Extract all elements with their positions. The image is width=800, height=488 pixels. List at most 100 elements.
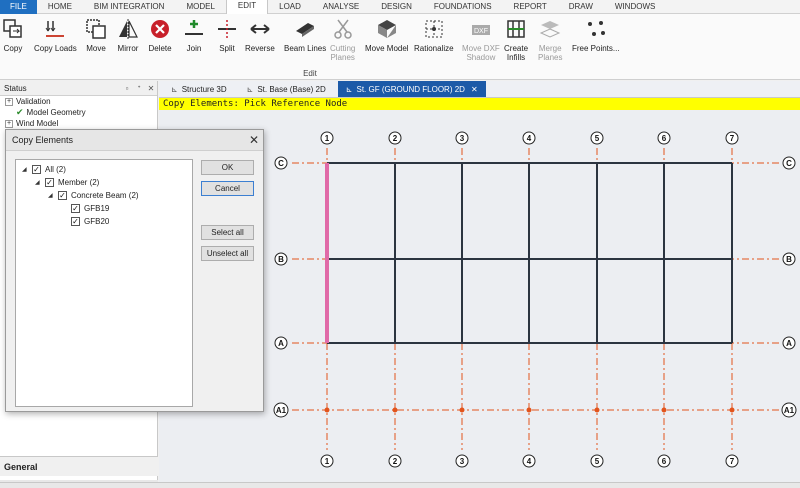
- ribbon-button-label: Move DXF Shadow: [462, 44, 500, 62]
- rationalize-icon: [422, 17, 446, 41]
- merge-planes-button[interactable]: Merge Planes: [538, 17, 562, 69]
- document-tabs: ⊾ Structure 3D ⊾ St. Base (Base) 2D ⊾ St. GF …: [159, 81, 800, 98]
- grid-bubble-row-right[interactable]: A: [782, 336, 796, 350]
- grid-bubble-row-left[interactable]: A1: [273, 402, 289, 418]
- node[interactable]: [526, 407, 532, 413]
- status-item-label: Model Geometry: [26, 108, 86, 117]
- panel-float-icon[interactable]: ▫: [121, 84, 133, 93]
- menu-tab-file[interactable]: FILE: [0, 0, 37, 14]
- split-button[interactable]: Split: [215, 17, 239, 69]
- unselect-all-button[interactable]: Unselect all: [201, 246, 254, 261]
- rationalize-button[interactable]: Rationalize: [414, 17, 454, 69]
- grid-bubble-column-bottom[interactable]: 6: [657, 454, 671, 468]
- free-points-button[interactable]: Free Points...: [572, 17, 620, 69]
- menu-tab-draw[interactable]: DRAW: [558, 0, 604, 14]
- grid-bubble-column-bottom[interactable]: 7: [725, 454, 739, 468]
- menu-tab-bim-integration[interactable]: BIM INTEGRATION: [83, 0, 176, 14]
- document-tab-label: St. Base (Base) 2D: [257, 84, 326, 94]
- node[interactable]: [324, 407, 330, 413]
- checkbox[interactable]: ✓: [58, 191, 67, 200]
- free-points-icon: [584, 17, 608, 41]
- grid-bubble-column-bottom[interactable]: 3: [455, 454, 469, 468]
- menu-tab-analyse[interactable]: ANALYSE: [312, 0, 370, 14]
- select-all-button[interactable]: Select all: [201, 225, 254, 240]
- menu-tab-report[interactable]: REPORT: [503, 0, 558, 14]
- mirror-button[interactable]: Mirror: [116, 17, 140, 69]
- collapse-arrow-icon[interactable]: ◢: [22, 166, 30, 173]
- reverse-icon: [248, 17, 272, 41]
- document-tab[interactable]: ⊾ St. Base (Base) 2D: [239, 81, 334, 97]
- join-button[interactable]: Join: [182, 17, 206, 69]
- grid-bubble-column-top[interactable]: 3: [455, 131, 469, 145]
- tree-node[interactable]: ◢ ✓ Member (2): [16, 176, 192, 189]
- copy-button[interactable]: Copy: [1, 17, 25, 69]
- grid-bubble-column-top[interactable]: 5: [590, 131, 604, 145]
- grid-bubble-column-bottom[interactable]: 5: [590, 454, 604, 468]
- svg-text:1: 1: [325, 457, 330, 466]
- menu-tab-model[interactable]: MODEL: [175, 0, 225, 14]
- copy-loads-button[interactable]: Copy Loads: [34, 17, 77, 69]
- checkbox[interactable]: ✓: [71, 204, 80, 213]
- close-icon[interactable]: ✕: [245, 133, 263, 147]
- status-item-model-geometry[interactable]: ✔ Model Geometry: [0, 107, 157, 118]
- grid-bubble-column-top[interactable]: 6: [657, 131, 671, 145]
- status-item-validation[interactable]: + Validation: [0, 96, 157, 107]
- grid-bubble-row-left[interactable]: C: [274, 156, 288, 170]
- grid-bubble-column-top[interactable]: 4: [522, 131, 536, 145]
- node[interactable]: [594, 407, 600, 413]
- delete-button[interactable]: Delete: [148, 17, 172, 69]
- grid-bubble-row-right[interactable]: A1: [781, 402, 797, 418]
- menu-tab-windows[interactable]: WINDOWS: [604, 0, 666, 14]
- menu-tab-edit[interactable]: EDIT: [225, 0, 269, 14]
- grid-bubble-row-right[interactable]: B: [782, 252, 796, 266]
- tree-node[interactable]: ✓ GFB19: [16, 202, 192, 215]
- tree-node[interactable]: ✓ GFB20: [16, 215, 192, 228]
- reverse-button[interactable]: Reverse: [245, 17, 275, 69]
- tree-node-label: GFB20: [84, 217, 110, 226]
- grid-bubble-column-top[interactable]: 2: [388, 131, 402, 145]
- cutting-planes-button[interactable]: Cutting Planes: [330, 17, 355, 69]
- general-section-header[interactable]: General: [0, 456, 158, 476]
- panel-close-icon[interactable]: ✕: [145, 84, 157, 93]
- grid-bubble-row-left[interactable]: A: [274, 336, 288, 350]
- node[interactable]: [729, 407, 735, 413]
- node[interactable]: [392, 407, 398, 413]
- menu-tab-design[interactable]: DESIGN: [370, 0, 423, 14]
- panel-pin-icon[interactable]: ᐩ: [133, 84, 145, 93]
- status-panel-title: Status: [4, 83, 27, 93]
- menu-tab-foundations[interactable]: FOUNDATIONS: [423, 0, 503, 14]
- grid-bubble-row-left[interactable]: B: [274, 252, 288, 266]
- create-infills-button[interactable]: Create Infills: [504, 17, 528, 69]
- move-model-button[interactable]: Move Model: [365, 17, 409, 69]
- collapse-arrow-icon[interactable]: ◢: [48, 192, 56, 199]
- tree-node[interactable]: ◢ ✓ All (2): [16, 163, 192, 176]
- expand-icon[interactable]: +: [5, 119, 13, 128]
- grid-bubble-row-right[interactable]: C: [782, 156, 796, 170]
- node[interactable]: [661, 407, 667, 413]
- menu-tab-home[interactable]: HOME: [37, 0, 83, 14]
- grid-bubble-column-top[interactable]: 7: [725, 131, 739, 145]
- status-item-wind-model[interactable]: + Wind Model: [0, 118, 157, 129]
- ok-button[interactable]: OK: [201, 160, 254, 175]
- menu-tab-load[interactable]: LOAD: [268, 0, 312, 14]
- collapse-arrow-icon[interactable]: ◢: [35, 179, 43, 186]
- document-tab[interactable]: ⊾ St. GF (GROUND FLOOR) 2D ✕: [337, 81, 486, 97]
- close-tab-icon[interactable]: ✕: [471, 85, 478, 94]
- grid-bubble-column-top[interactable]: 1: [320, 131, 334, 145]
- checkbox[interactable]: ✓: [71, 217, 80, 226]
- move-button[interactable]: Move: [84, 17, 108, 69]
- grid-bubble-column-bottom[interactable]: 4: [522, 454, 536, 468]
- expand-icon[interactable]: +: [5, 97, 13, 106]
- grid-bubble-column-bottom[interactable]: 2: [388, 454, 402, 468]
- move-dxf-shadow-button[interactable]: DXF Move DXF Shadow: [462, 17, 500, 69]
- cancel-button[interactable]: Cancel: [201, 181, 254, 196]
- copy-loads-icon: [43, 17, 67, 41]
- beam-lines-button[interactable]: Beam Lines: [284, 17, 326, 69]
- copy-elements-dialog: Copy Elements ✕ ◢ ✓ All (2) ◢ ✓ Member (2) ◢ ✓ C…: [5, 129, 264, 412]
- node[interactable]: [459, 407, 465, 413]
- grid-bubble-column-bottom[interactable]: 1: [320, 454, 334, 468]
- checkbox[interactable]: ✓: [45, 178, 54, 187]
- document-tab[interactable]: ⊾ Structure 3D: [163, 81, 235, 97]
- tree-node[interactable]: ◢ ✓ Concrete Beam (2): [16, 189, 192, 202]
- checkbox[interactable]: ✓: [32, 165, 41, 174]
